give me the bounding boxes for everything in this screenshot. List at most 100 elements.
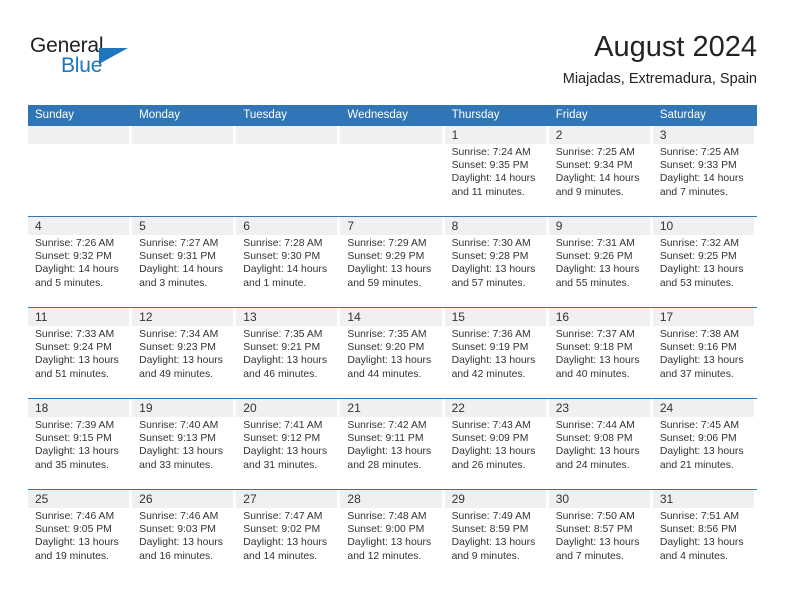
day-number-band: 7 (340, 217, 442, 235)
calendar-day-cell[interactable]: 4 Sunrise: 7:26 AM Sunset: 9:32 PM Daylight… (28, 217, 133, 307)
calendar-week-row: 11 Sunrise: 7:33 AM Sunset: 9:24 PM Dayligh… (28, 307, 757, 398)
day-sun-info: Sunrise: 7:30 AM Sunset: 9:28 PM Daylight:… (445, 235, 546, 290)
day-number-band: 10 (652, 217, 754, 235)
calendar-day-cell[interactable]: 16 Sunrise: 7:37 AM Sunset: 9:18 PM Dayligh… (548, 308, 653, 398)
day-number-band: 16 (548, 308, 650, 326)
daylight-text: Daylight: 13 hours and 26 minutes. (451, 446, 536, 471)
day-number: 19 (139, 401, 153, 415)
calendar-day-cell[interactable]: 30 Sunrise: 7:50 AM Sunset: 8:57 PM Dayligh… (548, 490, 653, 580)
page-subtitle: Miajadas, Extremadura, Spain (562, 71, 757, 87)
calendar-day-cell[interactable]: 19 Sunrise: 7:40 AM Sunset: 9:13 PM Dayligh… (132, 399, 237, 489)
day-number: 16 (555, 310, 570, 324)
day-number: 31 (659, 492, 674, 506)
calendar-day-cell[interactable]: 18 Sunrise: 7:39 AM Sunset: 9:15 PM Dayligh… (28, 399, 133, 489)
sunrise-text: Sunrise: 7:33 AM (35, 329, 115, 340)
calendar-day-cell[interactable]: 31 Sunrise: 7:51 AM Sunset: 8:56 PM Dayligh… (652, 490, 757, 580)
sunrise-text: Sunrise: 7:51 AM (659, 511, 739, 522)
calendar-day-cell[interactable]: 29 Sunrise: 7:49 AM Sunset: 8:59 PM Dayligh… (444, 490, 549, 580)
calendar-table: Sunday Monday Tuesday Wednesday Thursday… (28, 105, 757, 580)
day-sun-info: Sunrise: 7:25 AM Sunset: 9:33 PM Daylight:… (653, 144, 754, 199)
calendar-day-cell[interactable]: 13 Sunrise: 7:35 AM Sunset: 9:21 PM Dayligh… (236, 308, 341, 398)
sunrise-text: Sunrise: 7:48 AM (347, 511, 427, 522)
calendar-day-cell[interactable]: 26 Sunrise: 7:46 AM Sunset: 9:03 PM Dayligh… (132, 490, 237, 580)
day-number: 8 (451, 219, 459, 233)
calendar-day-cell[interactable]: 20 Sunrise: 7:41 AM Sunset: 9:12 PM Dayligh… (236, 399, 341, 489)
calendar-day-cell-empty (236, 126, 341, 216)
calendar-day-cell[interactable]: 11 Sunrise: 7:33 AM Sunset: 9:24 PM Dayligh… (28, 308, 133, 398)
sunrise-text: Sunrise: 7:34 AM (139, 329, 219, 340)
calendar-day-cell-empty (340, 126, 445, 216)
day-sun-info: Sunrise: 7:35 AM Sunset: 9:21 PM Daylight:… (236, 326, 337, 381)
calendar-day-cell[interactable]: 14 Sunrise: 7:35 AM Sunset: 9:20 PM Dayligh… (340, 308, 445, 398)
sunrise-text: Sunrise: 7:28 AM (243, 238, 323, 249)
sunset-text: Sunset: 8:56 PM (659, 524, 737, 536)
sunrise-text: Sunrise: 7:50 AM (555, 511, 635, 522)
daylight-text: Daylight: 13 hours and 51 minutes. (35, 355, 119, 380)
weekday-header-wednesday: Wednesday (347, 109, 408, 121)
calendar-week-row: 18 Sunrise: 7:39 AM Sunset: 9:15 PM Dayligh… (28, 398, 757, 489)
calendar-page: General Blue August 2024 Miajadas, Extre… (0, 0, 792, 612)
calendar-day-cell[interactable]: 10 Sunrise: 7:32 AM Sunset: 9:25 PM Dayligh… (652, 217, 757, 307)
daylight-text: Daylight: 13 hours and 53 minutes. (659, 264, 744, 289)
day-sun-info: Sunrise: 7:50 AM Sunset: 8:57 PM Daylight:… (549, 508, 650, 563)
sunset-text: Sunset: 9:20 PM (347, 342, 425, 354)
day-sun-info: Sunrise: 7:51 AM Sunset: 8:56 PM Daylight:… (653, 508, 754, 563)
calendar-day-cell[interactable]: 12 Sunrise: 7:34 AM Sunset: 9:23 PM Dayligh… (132, 308, 237, 398)
sunset-text: Sunset: 9:03 PM (139, 524, 216, 536)
sunrise-text: Sunrise: 7:46 AM (139, 511, 219, 522)
day-number: 21 (347, 401, 361, 415)
day-number-band: 30 (548, 490, 650, 508)
day-number: 27 (243, 492, 257, 506)
sunset-text: Sunset: 9:26 PM (555, 251, 633, 263)
calendar-day-cell[interactable]: 15 Sunrise: 7:36 AM Sunset: 9:19 PM Dayligh… (444, 308, 549, 398)
day-number-band: 14 (340, 308, 442, 326)
calendar-day-cell[interactable]: 8 Sunrise: 7:30 AM Sunset: 9:28 PM Daylight… (444, 217, 549, 307)
day-number-band: 1 (444, 126, 546, 144)
day-number-band: 28 (340, 490, 442, 508)
day-sun-info: Sunrise: 7:32 AM Sunset: 9:25 PM Daylight:… (653, 235, 754, 290)
calendar-day-cell[interactable]: 17 Sunrise: 7:38 AM Sunset: 9:16 PM Dayligh… (652, 308, 757, 398)
weekday-header-saturday: Saturday (659, 109, 706, 121)
daylight-text: Daylight: 13 hours and 16 minutes. (139, 537, 223, 562)
calendar-day-cell[interactable]: 21 Sunrise: 7:42 AM Sunset: 9:11 PM Dayligh… (340, 399, 445, 489)
day-number: 24 (659, 401, 674, 415)
daylight-text: Daylight: 13 hours and 4 minutes. (659, 537, 744, 562)
sunset-text: Sunset: 9:21 PM (243, 342, 321, 354)
calendar-day-cell[interactable]: 22 Sunrise: 7:43 AM Sunset: 9:09 PM Dayligh… (444, 399, 549, 489)
day-sun-info: Sunrise: 7:46 AM Sunset: 9:03 PM Daylight:… (132, 508, 233, 563)
sunset-text: Sunset: 9:33 PM (659, 160, 737, 172)
sunrise-text: Sunrise: 7:24 AM (451, 147, 531, 158)
daylight-text: Daylight: 14 hours and 1 minute. (243, 264, 328, 289)
day-sun-info: Sunrise: 7:47 AM Sunset: 9:02 PM Daylight:… (236, 508, 337, 563)
day-number: 30 (555, 492, 570, 506)
sunset-text: Sunset: 9:13 PM (139, 433, 216, 445)
day-sun-info: Sunrise: 7:33 AM Sunset: 9:24 PM Daylight:… (28, 326, 129, 381)
day-sun-info: Sunrise: 7:45 AM Sunset: 9:06 PM Daylight:… (653, 417, 754, 472)
calendar-day-cell[interactable]: 28 Sunrise: 7:48 AM Sunset: 9:00 PM Dayligh… (340, 490, 445, 580)
day-sun-info: Sunrise: 7:36 AM Sunset: 9:19 PM Daylight:… (445, 326, 546, 381)
day-number-band (236, 126, 338, 144)
day-number-band: 20 (236, 399, 338, 417)
calendar-day-cell-empty (132, 126, 237, 216)
sunset-text: Sunset: 9:12 PM (243, 433, 321, 445)
calendar-day-cell[interactable]: 27 Sunrise: 7:47 AM Sunset: 9:02 PM Dayligh… (236, 490, 341, 580)
daylight-text: Daylight: 13 hours and 35 minutes. (35, 446, 119, 471)
calendar-day-cell[interactable]: 2 Sunrise: 7:25 AM Sunset: 9:34 PM Daylight… (548, 126, 653, 216)
calendar-day-cell[interactable]: 6 Sunrise: 7:28 AM Sunset: 9:30 PM Daylight… (236, 217, 341, 307)
calendar-day-cell[interactable]: 1 Sunrise: 7:24 AM Sunset: 9:35 PM Daylight… (444, 126, 549, 216)
day-number: 23 (555, 401, 570, 415)
daylight-text: Daylight: 14 hours and 11 minutes. (451, 173, 536, 198)
calendar-day-cell[interactable]: 7 Sunrise: 7:29 AM Sunset: 9:29 PM Daylight… (340, 217, 445, 307)
calendar-day-cell[interactable]: 9 Sunrise: 7:31 AM Sunset: 9:26 PM Daylight… (548, 217, 653, 307)
sunset-text: Sunset: 9:08 PM (555, 433, 633, 445)
day-number-band: 31 (652, 490, 754, 508)
calendar-day-cell[interactable]: 3 Sunrise: 7:25 AM Sunset: 9:33 PM Daylight… (652, 126, 757, 216)
sunrise-text: Sunrise: 7:26 AM (35, 238, 115, 249)
calendar-day-cell[interactable]: 25 Sunrise: 7:46 AM Sunset: 9:05 PM Dayligh… (28, 490, 133, 580)
calendar-day-cell[interactable]: 24 Sunrise: 7:45 AM Sunset: 9:06 PM Dayligh… (652, 399, 757, 489)
sunset-text: Sunset: 9:31 PM (139, 251, 216, 263)
brand-logo[interactable]: General Blue (30, 34, 170, 90)
calendar-day-cell[interactable]: 23 Sunrise: 7:44 AM Sunset: 9:08 PM Dayligh… (548, 399, 653, 489)
calendar-day-cell[interactable]: 5 Sunrise: 7:27 AM Sunset: 9:31 PM Daylight… (132, 217, 237, 307)
day-sun-info: Sunrise: 7:31 AM Sunset: 9:26 PM Daylight:… (549, 235, 650, 290)
